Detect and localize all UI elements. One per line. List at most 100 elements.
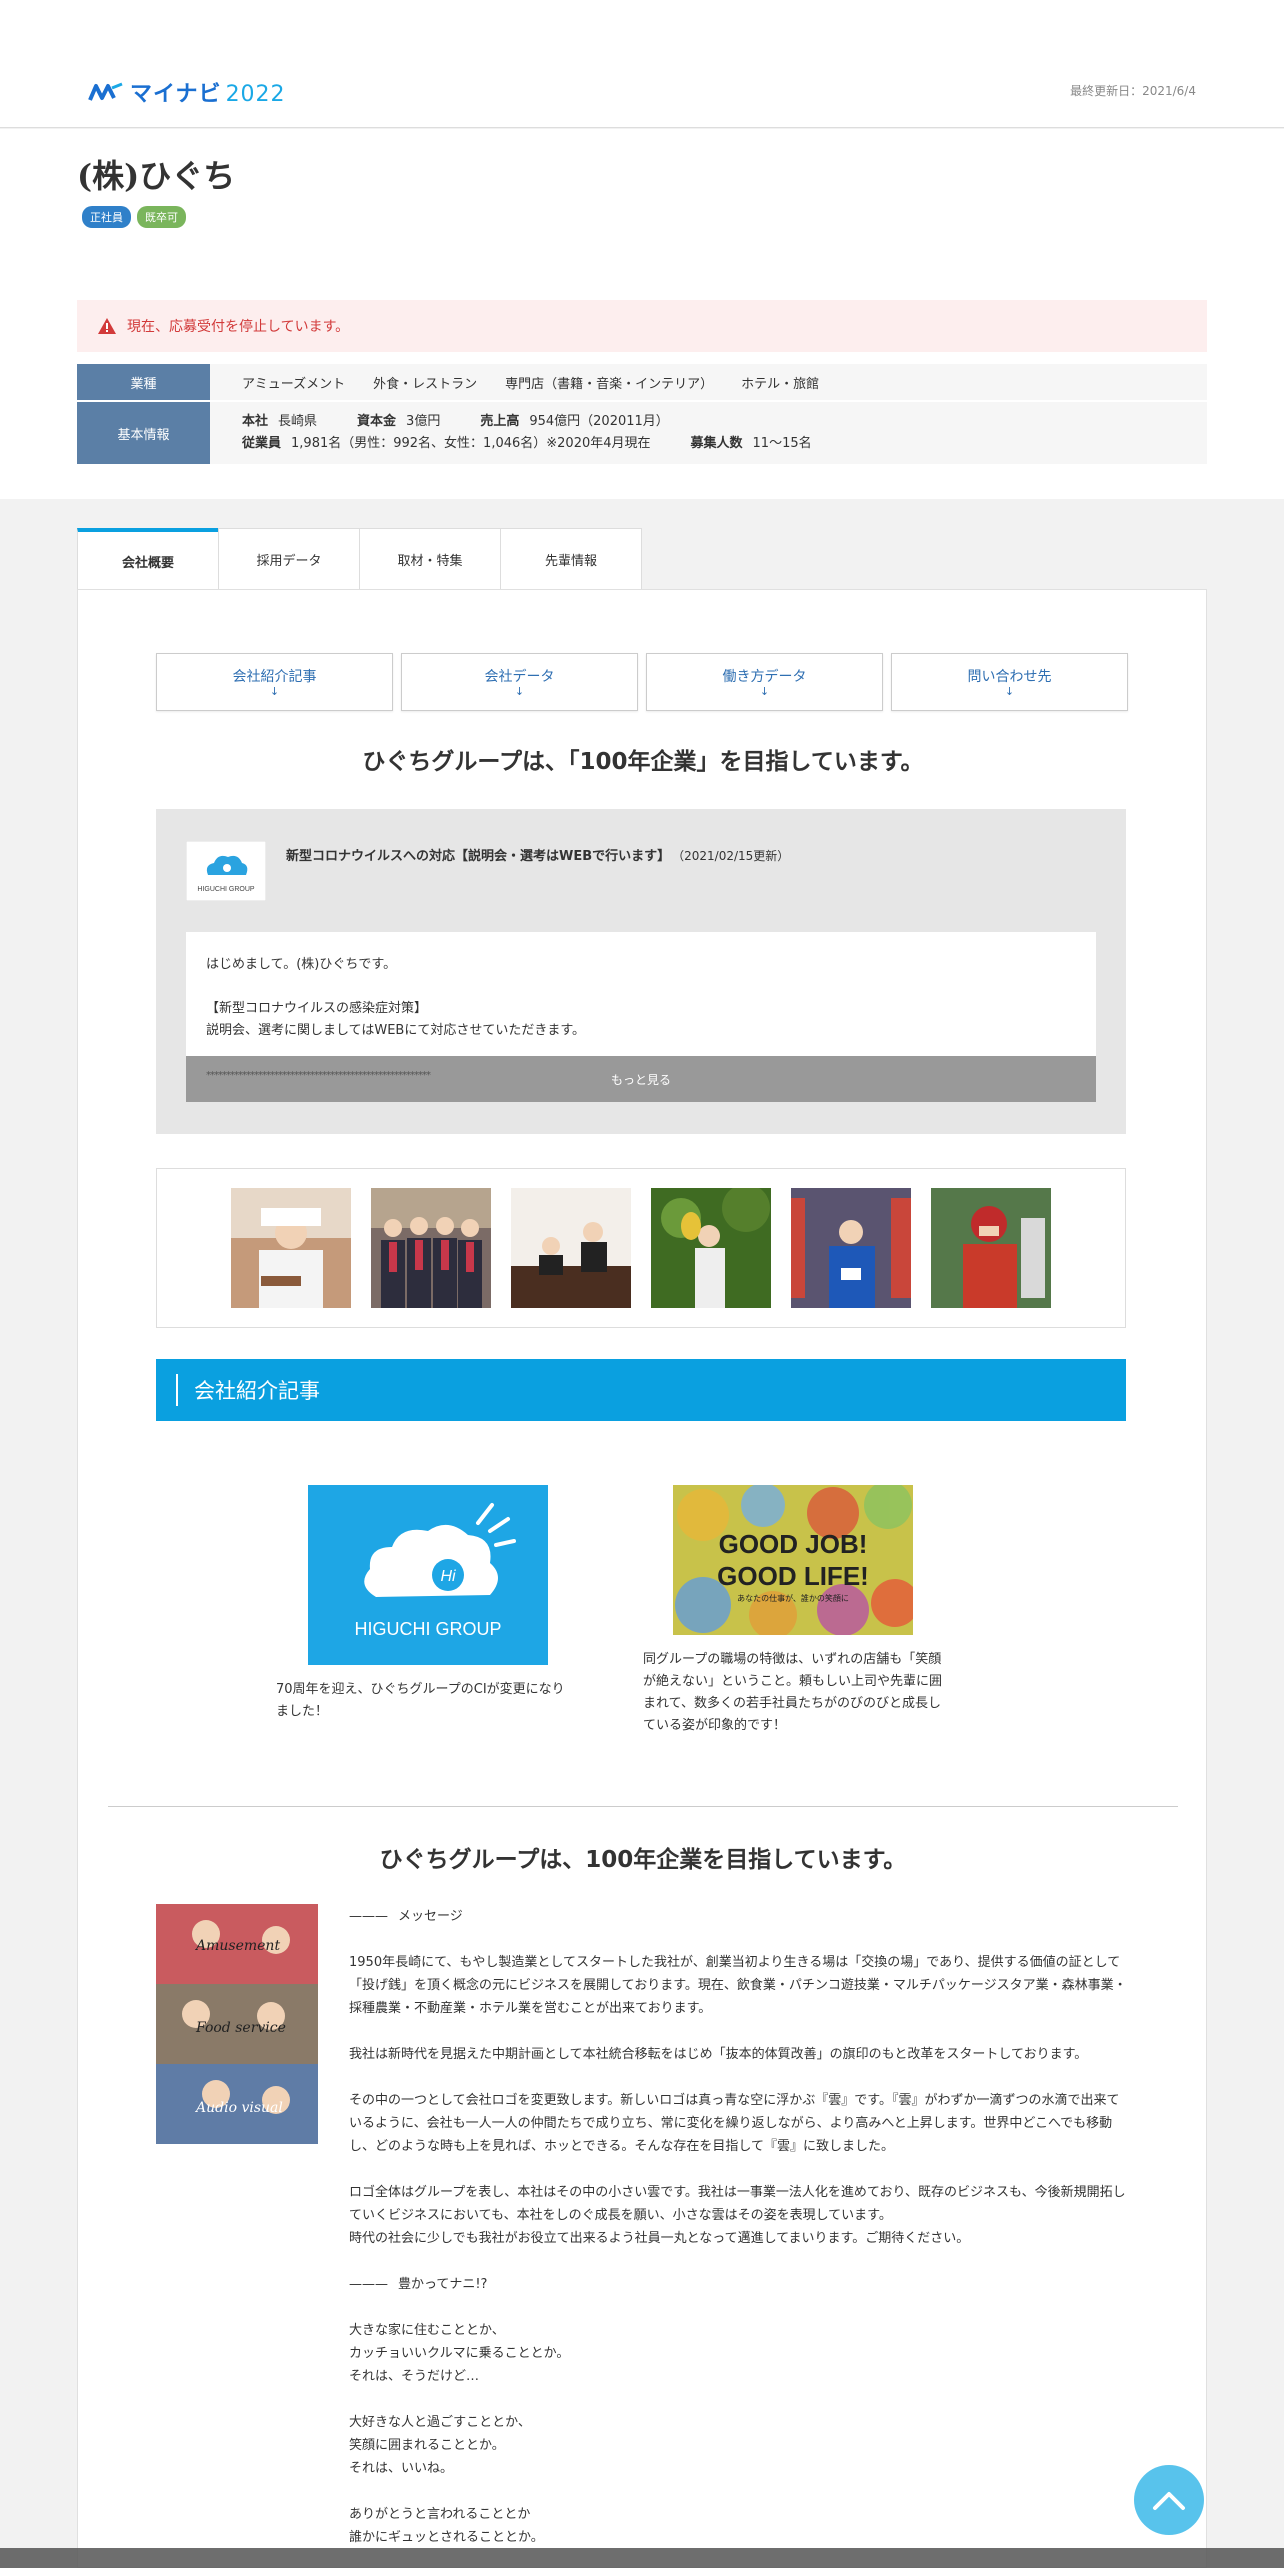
badge-fulltime: 正社員 <box>82 206 131 228</box>
news-title[interactable]: 新型コロナウイルスへの対応【説明会・選考はWEBで行います】 （2021/02/1… <box>286 845 789 864</box>
banner-line1: GOOD JOB! <box>719 1529 868 1559</box>
verse-line: カッチョいいクルマに乗ることとか。 <box>349 2346 570 2361</box>
news-line: はじめまして。(株)ひぐちです。 <box>206 957 397 972</box>
company-header: (株)ひぐち 正社員 既卒可 現在、応募受付を停止しています。 業種 アミューズ… <box>0 129 1284 499</box>
dash-rule: ——— <box>349 2277 388 2292</box>
message-paragraph: 1950年長崎にて、もやし製造業としてスタートした我社が、創業当初より生きる場は… <box>349 1955 1127 2016</box>
bottom-overlay-bar <box>0 2548 1284 2568</box>
section-header-articles: 会社紹介記事 <box>156 1359 1126 1421</box>
sales-label: 売上高 <box>480 414 520 429</box>
higuchi-group-logo: HIGUCHI GROUP <box>186 841 266 901</box>
message-paragraph: 時代の社会に少しでも我社がお役立て出来るよう社員一丸となって邁進してまいります。… <box>349 2231 970 2246</box>
message-subheading: 豊かってナニ!? <box>398 2277 488 2292</box>
warning-icon <box>98 318 116 334</box>
photo-farm-worker[interactable] <box>651 1188 771 1308</box>
article-card[interactable]: Hi HIGUCHI GROUP 70周年を迎え、ひぐちグループのCIが変更にな… <box>276 1485 608 1723</box>
anchor-label: 会社データ <box>484 669 555 685</box>
hq-label: 本社 <box>242 414 269 429</box>
capital-label: 資本金 <box>357 414 397 429</box>
industry-item: 外食・レストラン <box>373 376 478 392</box>
badge-group: 正社員 既卒可 <box>82 206 186 228</box>
anchor-label: 働き方データ <box>722 669 807 685</box>
site-header: マイナビ 2022 最終更新日：2021/6/4 <box>0 0 1284 128</box>
verse-line: それは、そうだけど… <box>349 2369 480 2384</box>
photo-hotel-front[interactable] <box>511 1188 631 1308</box>
company-name: (株)ひぐち <box>77 157 236 195</box>
anchor-company-articles[interactable]: 会社紹介記事 ↓ <box>156 653 393 711</box>
section-divider <box>108 1806 1178 1807</box>
banner-line2: GOOD LIFE! <box>717 1561 869 1591</box>
tab-features[interactable]: 取材・特集 <box>359 528 501 590</box>
photo-staff-group[interactable] <box>371 1188 491 1308</box>
catchphrase: ひぐちグループは、「100年企業」を目指しています。 <box>362 749 924 775</box>
verse-line: 大好きな人と過ごすこととか、 <box>349 2415 531 2430</box>
collage-label-amusement: Amusement <box>194 1938 280 1954</box>
show-more-label: もっと見る <box>610 1072 671 1087</box>
news-body: はじめまして。(株)ひぐちです。 【新型コロナウイルスの感染症対策】 説明会、選… <box>186 932 1096 1056</box>
business-collage-image: Amusement Food service Audio visual <box>156 1904 318 2144</box>
mynavi-logo-icon <box>88 82 123 101</box>
industry-row: 業種 アミューズメント 外食・レストラン 専門店（書籍・音楽・インテリア） ホテ… <box>77 364 1207 402</box>
photo-delivery-rider[interactable] <box>931 1188 1051 1308</box>
arrow-down-icon: ↓ <box>514 685 525 698</box>
hiring-label: 募集人数 <box>690 436 743 451</box>
photo-gallery <box>156 1168 1126 1328</box>
show-more-button[interactable]: ****************************************… <box>186 1056 1096 1102</box>
tab-seniors[interactable]: 先輩情報 <box>500 528 642 590</box>
hi-badge-text: Hi <box>440 1568 456 1585</box>
article-card[interactable]: GOOD JOB! GOOD LIFE! あなたの仕事が、誰かの笑顔に 同グルー… <box>643 1485 973 1737</box>
logo-text: マイナビ <box>130 82 222 107</box>
chevron-up-icon <box>1153 2492 1185 2510</box>
message-paragraph: ロゴ全体はグループを表し、本社はその中の小さい雲です。我社は一事業一法人化を進め… <box>349 2185 1126 2223</box>
anchor-work-style-data[interactable]: 働き方データ ↓ <box>646 653 883 711</box>
message-paragraph: その中の一つとして会社ロゴを変更致します。新しいロゴは真っ青な空に浮かぶ『雲』で… <box>349 2093 1120 2154</box>
news-line: 【新型コロナウイルスの感染症対策】 <box>206 1001 428 1016</box>
main-content: 会社紹介記事 ↓ 会社データ ↓ 働き方データ ↓ 問い合わせ先 ↓ ひぐちグループは、… <box>77 589 1207 2568</box>
tab-recruit-data[interactable]: 採用データ <box>218 528 360 590</box>
application-closed-alert: 現在、応募受付を停止しています。 <box>77 300 1207 352</box>
news-date: （2021/02/15更新） <box>678 849 790 863</box>
employees-label: 従業員 <box>242 436 282 451</box>
article-caption: 同グループの職場の特徴は、いずれの店舗も「笑顔が絶えない」ということ。頼もしい上… <box>643 1652 943 1733</box>
news-ellipsis: ****************************************… <box>206 1070 431 1081</box>
company-info-table: 業種 アミューズメント 外食・レストラン 専門店（書籍・音楽・インテリア） ホテ… <box>77 364 1207 466</box>
page-top-button[interactable] <box>1134 2465 1204 2535</box>
basic-info-label: 基本情報 <box>77 402 210 464</box>
article-caption: 70周年を迎え、ひぐちグループのCIが変更になりました！ <box>276 1682 565 1719</box>
anchor-company-data[interactable]: 会社データ ↓ <box>401 653 638 711</box>
logo-year: 2022 <box>225 82 286 107</box>
anchor-contact[interactable]: 問い合わせ先 ↓ <box>891 653 1128 711</box>
higuchi-group-ci-image: Hi HIGUCHI GROUP <box>308 1485 548 1665</box>
photo-chef[interactable] <box>231 1188 351 1308</box>
alert-text: 現在、応募受付を停止しています。 <box>127 319 350 335</box>
message-heading: ひぐちグループは、100年企業を目指しています。 <box>379 1847 907 1873</box>
section-title: 会社紹介記事 <box>194 1379 320 1403</box>
arrow-down-icon: ↓ <box>759 685 770 698</box>
page-tabs: 会社概要 採用データ 取材・特集 先輩情報 <box>77 528 642 590</box>
industry-item: ホテル・旅館 <box>741 376 820 392</box>
anchor-label: 会社紹介記事 <box>232 669 317 685</box>
anchor-label: 問い合わせ先 <box>967 669 1052 685</box>
message-paragraph: 我社は新時代を見据えた中期計画として本社統合移転をはじめ「抜本的体質改善」の旗印… <box>349 2047 1088 2062</box>
good-job-good-life-image: GOOD JOB! GOOD LIFE! あなたの仕事が、誰かの笑顔に <box>673 1485 913 1635</box>
capital-value: 3億円 <box>406 414 441 429</box>
mynavi-logo[interactable]: マイナビ 2022 <box>88 76 286 108</box>
anchor-nav: 会社紹介記事 ↓ 会社データ ↓ 働き方データ ↓ 問い合わせ先 ↓ <box>156 653 1128 711</box>
last-updated: 最終更新日：2021/6/4 <box>1070 84 1196 98</box>
basic-info-row: 基本情報 本社 長崎県 資本金 3億円 売上高 954億円（202011月） 従業員 1… <box>77 402 1207 466</box>
hq-value: 長崎県 <box>278 414 318 429</box>
section-divider-line <box>176 1374 178 1406</box>
badge-graduate-ok: 既卒可 <box>137 206 186 228</box>
verse-line: それは、いいね。 <box>349 2461 454 2476</box>
collage-label-audio-visual: Audio visual <box>194 2100 283 2116</box>
verse-line: 笑顔に囲まれることとか。 <box>349 2438 505 2453</box>
banner-subtext: あなたの仕事が、誰かの笑顔に <box>737 1593 849 1603</box>
sales-value: 954億円（202011月） <box>529 414 669 429</box>
verse-line: ありがとうと言われることとか <box>349 2507 531 2522</box>
photo-shop-staff[interactable] <box>791 1188 911 1308</box>
industry-item: アミューズメント <box>242 376 346 392</box>
verse-line: 大きな家に住むこととか、 <box>349 2323 505 2338</box>
tab-company-overview[interactable]: 会社概要 <box>77 528 219 590</box>
news-logo-caption: HIGUCHI GROUP <box>197 886 255 893</box>
collage-label-food-service: Food service <box>195 2020 286 2036</box>
